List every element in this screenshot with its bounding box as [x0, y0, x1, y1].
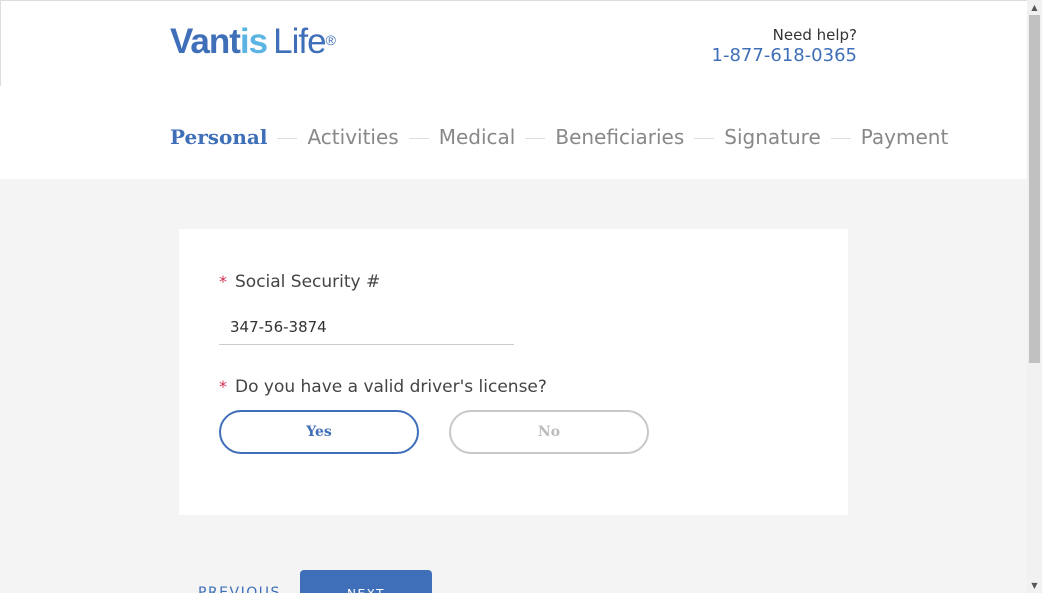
progress-steps: Personal Activities Medical Beneficiarie… [170, 122, 948, 152]
logo-registered-mark: ® [325, 32, 336, 48]
header-border-left [0, 0, 1, 86]
step-separator [830, 137, 851, 139]
step-separator [277, 137, 298, 139]
step-separator [525, 137, 546, 139]
step-personal[interactable]: Personal [170, 122, 267, 152]
logo-text-life: Life [273, 22, 326, 61]
step-separator [694, 137, 715, 139]
step-signature[interactable]: Signature [724, 122, 820, 152]
page-viewport: Vantis Life® Need help? 1-877-618-0365 Pe… [0, 0, 1027, 593]
help-contact: Need help? 1-877-618-0365 [712, 26, 857, 68]
required-marker: * [219, 272, 227, 291]
site-header: Vantis Life® Need help? 1-877-618-0365 Pe… [0, 0, 1027, 179]
logo-text-is: is [239, 22, 268, 61]
vantis-life-logo[interactable]: Vantis Life® [170, 22, 336, 62]
ssn-label-text: Social Security # [235, 272, 381, 292]
ssn-input[interactable] [219, 309, 514, 345]
step-beneficiaries[interactable]: Beneficiaries [555, 122, 684, 152]
help-label: Need help? [772, 26, 857, 44]
license-question-label: * Do you have a valid driver's license? [219, 377, 547, 397]
scrollbar-thumb[interactable] [1029, 15, 1040, 363]
personal-info-card: * Social Security # * Do you have a valid … [179, 229, 848, 515]
scroll-up-icon[interactable]: ▲ [1027, 0, 1042, 15]
ssn-label: * Social Security # [219, 272, 380, 292]
license-no-button[interactable]: No [449, 410, 649, 454]
logo-text-vant: Vant [170, 22, 241, 61]
next-button[interactable]: NEXT [300, 570, 432, 593]
scroll-down-icon[interactable]: ▼ [1027, 578, 1042, 593]
required-marker: * [219, 377, 227, 396]
step-separator [408, 137, 429, 139]
license-question-text: Do you have a valid driver's license? [235, 377, 547, 397]
vertical-scrollbar[interactable]: ▲ ▼ [1027, 0, 1042, 593]
license-yes-button[interactable]: Yes [219, 410, 419, 454]
previous-button[interactable]: PREVIOUS [198, 578, 281, 593]
step-activities[interactable]: Activities [307, 122, 398, 152]
step-payment[interactable]: Payment [861, 122, 949, 152]
help-phone-link[interactable]: 1-877-618-0365 [712, 44, 857, 68]
step-medical[interactable]: Medical [439, 122, 516, 152]
header-border-top [0, 0, 1027, 1]
